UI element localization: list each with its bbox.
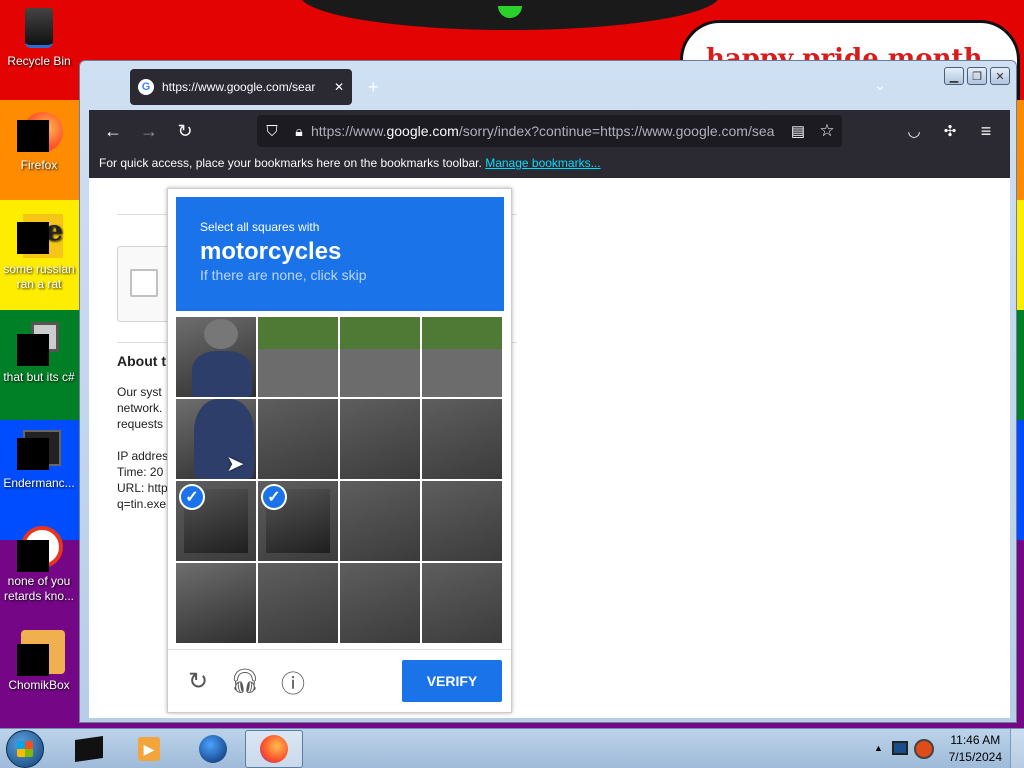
bookmarks-hint-text: For quick access, place your bookmarks h… [99, 156, 482, 170]
close-tab-icon[interactable]: ✕ [334, 80, 344, 94]
desktop-icon-label: Recycle Bin [7, 54, 71, 68]
checkmark-icon: ✓ [179, 484, 205, 510]
captcha-tile[interactable] [422, 399, 502, 479]
clock-date: 7/15/2024 [948, 750, 1002, 764]
desktop-icon-label: Firefox [20, 158, 58, 172]
taskbar-clock[interactable]: 11:46 AM 7/15/2024 [949, 732, 1002, 766]
extensions-puzzle-icon[interactable]: ✣ [932, 113, 968, 149]
lock-icon[interactable]: 🔒︎ [287, 113, 311, 149]
recaptcha-challenge: Select all squares with motorcycles If t… [167, 188, 512, 713]
tray-expand-icon[interactable]: ▲ [874, 743, 883, 753]
chomikbox-icon [17, 630, 65, 676]
forward-arrow-icon[interactable]: → [131, 113, 167, 149]
minimize-button[interactable]: ▁ [944, 67, 964, 85]
bookmark-star-icon[interactable]: ☆ [812, 113, 842, 149]
audio-challenge-headphones-icon[interactable]: 🎧︎ [230, 666, 260, 696]
shield-icon[interactable]: ⛉ [257, 113, 287, 149]
reader-view-icon[interactable]: ▤ [784, 113, 812, 149]
maximize-button[interactable]: ❐ [967, 67, 987, 85]
taskbar-app-terminal-icon[interactable] [60, 730, 118, 768]
app-icon [17, 428, 61, 472]
taskbar-app-media-player-icon[interactable]: ▶ [120, 730, 178, 768]
taskbar-app-globe-icon[interactable] [184, 730, 242, 768]
browser-tab[interactable]: G https://www.google.com/sear ✕ [130, 69, 352, 105]
clock-time: 11:46 AM [950, 733, 1001, 747]
desktop-icon-endermanch[interactable]: Endermanc... [1, 428, 77, 491]
captcha-tile-selected[interactable]: ✓ [258, 481, 338, 561]
taskbar-app-firefox-icon[interactable] [245, 730, 303, 768]
show-desktop-button[interactable] [1010, 729, 1024, 768]
wallpaper-shape [300, 0, 720, 30]
tab-list-chevron-icon[interactable]: ⌄ [874, 77, 886, 94]
captcha-tile[interactable] [258, 317, 338, 397]
firefox-icon [17, 110, 63, 154]
back-arrow-icon[interactable]: ← [95, 113, 131, 149]
captcha-footer: ↻ 🎧︎ ⓘ VERIFY [168, 649, 511, 712]
desktop-icon-label: ChomikBox [8, 678, 70, 692]
captcha-tile[interactable] [422, 563, 502, 643]
captcha-instruction: Select all squares with [200, 220, 320, 234]
desktop-icon-label: Endermanc... [3, 476, 75, 490]
captcha-tile[interactable] [340, 481, 420, 561]
windows-logo-icon [17, 741, 33, 757]
captcha-tile-selected[interactable]: ✓ [176, 481, 256, 561]
recaptcha-checkbox[interactable] [130, 269, 158, 297]
manage-bookmarks-link[interactable]: Manage bookmarks... [485, 156, 600, 170]
captcha-tile[interactable] [422, 317, 502, 397]
app-icon: e [17, 214, 63, 258]
mouse-cursor-icon: ➤ [226, 451, 245, 476]
captcha-tile-grid: ➤ ✓ ✓ [176, 317, 504, 643]
reload-challenge-icon[interactable]: ↻ [183, 666, 213, 696]
captcha-tile[interactable] [340, 317, 420, 397]
taskbar: ▶ ▲ 11:46 AM 7/15/2024 [0, 728, 1024, 768]
desktop-icon-that-but-its-c[interactable]: that but its c# [1, 322, 77, 385]
captcha-skip-hint: If there are none, click skip [200, 267, 367, 283]
captcha-tile[interactable] [422, 481, 502, 561]
app-icon [17, 526, 63, 572]
captcha-header: Select all squares with motorcycles If t… [176, 197, 504, 311]
captcha-target: motorcycles [200, 238, 342, 265]
system-tray: ▲ 11:46 AM 7/15/2024 [864, 729, 1024, 768]
desktop-icon-russian-rat[interactable]: e some russian ran a rat [1, 214, 77, 292]
captcha-tile[interactable] [340, 399, 420, 479]
desktop-icon-firefox[interactable]: Firefox [1, 110, 77, 173]
reload-icon[interactable]: ↻ [167, 113, 203, 149]
verify-button[interactable]: VERIFY [402, 660, 502, 702]
checkmark-icon: ✓ [261, 484, 287, 510]
captcha-tile[interactable]: ➤ [176, 399, 256, 479]
about-text: Our syst network. requests IP addres Tim… [117, 385, 169, 511]
navigation-toolbar: ← → ↻ ⛉ 🔒︎ https://www.google.com/sorry/… [89, 110, 1010, 152]
captcha-tile[interactable] [258, 563, 338, 643]
network-icon[interactable] [892, 741, 908, 755]
captcha-tile[interactable] [176, 563, 256, 643]
about-heading: About th [117, 353, 175, 369]
google-favicon-icon: G [138, 79, 154, 95]
captcha-tile[interactable] [258, 399, 338, 479]
desktop-icon-recycle-bin[interactable]: Recycle Bin [1, 6, 77, 69]
desktop-icon-label: none of you retards kno... [3, 574, 75, 603]
desktop-icon-label: that but its c# [3, 370, 75, 384]
close-window-button[interactable]: ✕ [990, 67, 1010, 85]
url-bar[interactable]: ⛉ 🔒︎ https://www.google.com/sorry/index?… [257, 115, 842, 147]
hamburger-menu-icon[interactable]: ≡ [968, 113, 1004, 149]
window-controls: ▁ ❐ ✕ [944, 67, 1010, 85]
start-button[interactable] [6, 730, 44, 768]
recycle-bin-icon [17, 6, 61, 50]
info-icon[interactable]: ⓘ [278, 666, 308, 698]
captcha-tile[interactable] [176, 317, 256, 397]
captcha-tile[interactable] [340, 563, 420, 643]
tray-app-icon[interactable] [914, 739, 934, 759]
desktop-icon-label: some russian ran a rat [3, 262, 75, 291]
url-text[interactable]: https://www.google.com/sorry/index?conti… [311, 123, 784, 139]
desktop-icon-chomikbox[interactable]: ChomikBox [1, 630, 77, 693]
bookmarks-toolbar: For quick access, place your bookmarks h… [89, 152, 1010, 178]
desktop-icon-none-of-you[interactable]: none of you retards kno... [1, 526, 77, 604]
new-tab-button[interactable]: + [368, 77, 379, 98]
folder-icon [17, 322, 61, 366]
pocket-icon[interactable]: ◡ [896, 113, 932, 149]
tab-title: https://www.google.com/sear [162, 80, 316, 94]
